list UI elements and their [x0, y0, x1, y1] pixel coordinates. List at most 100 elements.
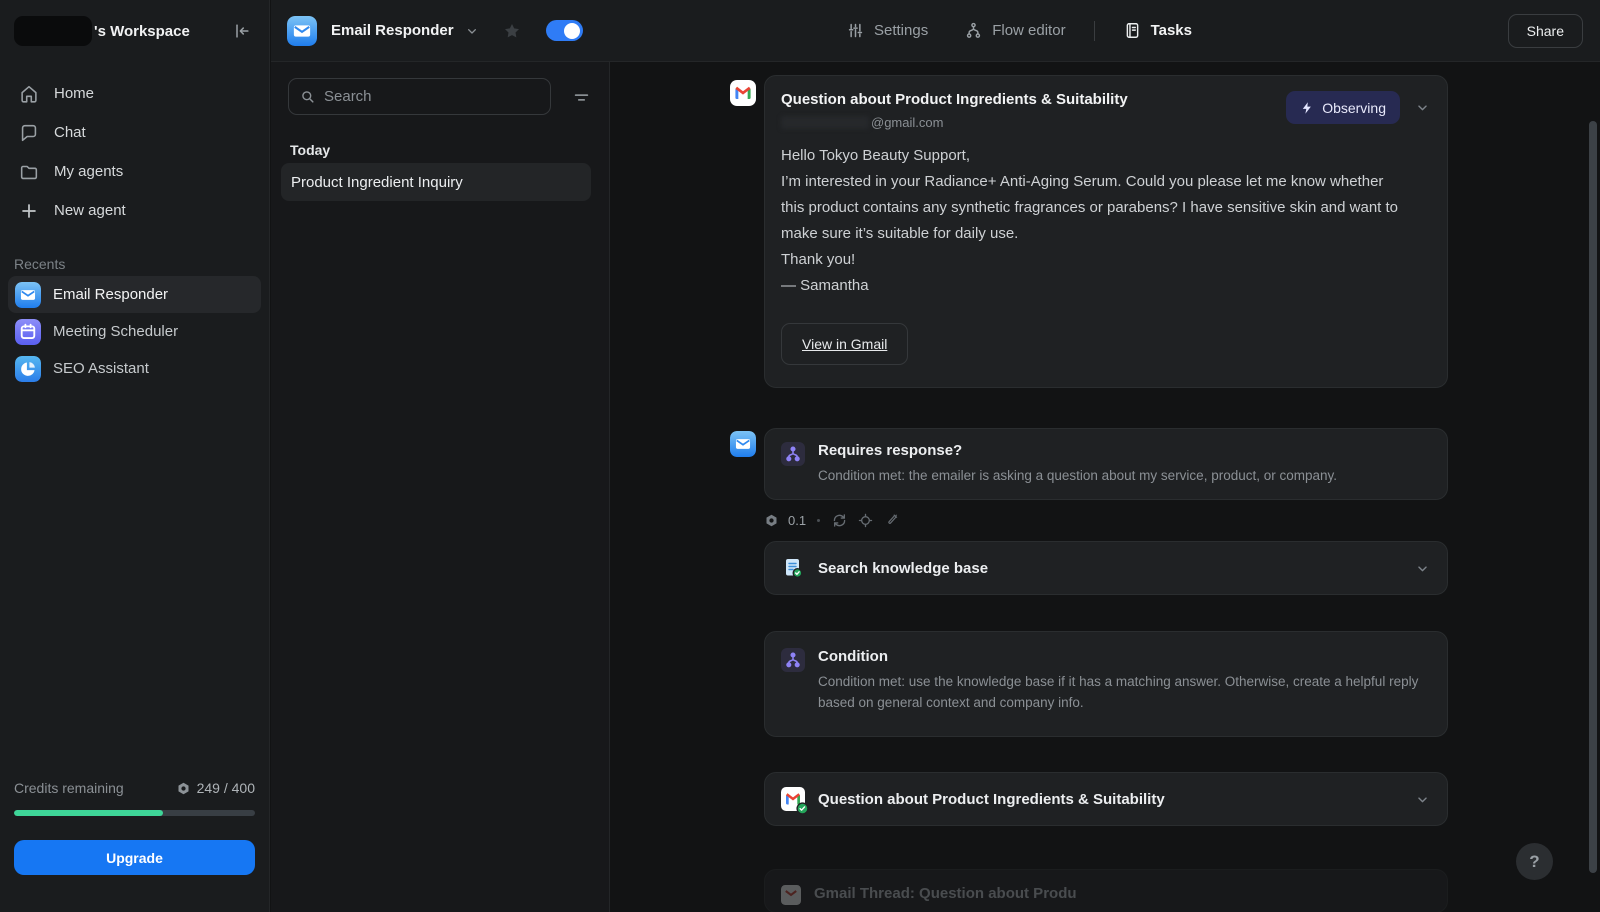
- condition-icon: [781, 442, 805, 466]
- agent-avatar-icon: [730, 431, 756, 457]
- recent-agent-label: SEO Assistant: [53, 360, 149, 377]
- step-meta-row: 0.1: [764, 508, 900, 532]
- favorite-star-icon[interactable]: [502, 21, 522, 41]
- email-card: Question about Product Ingredients & Sui…: [764, 75, 1448, 388]
- sidebar-item-label: My agents: [54, 163, 123, 180]
- step-title: Search knowledge base: [818, 560, 988, 577]
- step-subtitle: Condition met: use the knowledge base if…: [818, 671, 1431, 713]
- credits-progress-fill: [14, 810, 163, 816]
- tasks-book-icon: [1123, 21, 1142, 40]
- sidebar-item-label: Chat: [54, 124, 86, 141]
- recent-agent-label: Email Responder: [53, 286, 168, 303]
- workspace-name-suffix: 's Workspace: [94, 23, 229, 40]
- sidebar-item-label: Home: [54, 85, 94, 102]
- recent-agent-email-responder[interactable]: Email Responder: [8, 276, 261, 313]
- knowledge-base-doc-icon: [781, 556, 805, 580]
- search-box: [288, 78, 551, 115]
- home-icon: [18, 83, 40, 105]
- agent-title: Email Responder: [331, 22, 454, 39]
- credits-label: Credits remaining: [14, 780, 124, 796]
- search-input[interactable]: [324, 88, 540, 105]
- task-group-label: Today: [290, 142, 330, 158]
- tab-settings[interactable]: Settings: [836, 15, 938, 46]
- sidebar-item-chat[interactable]: Chat: [0, 113, 269, 152]
- help-button[interactable]: ?: [1516, 843, 1553, 880]
- email-reply-card[interactable]: Question about Product Ingredients & Sui…: [764, 772, 1448, 826]
- credits-value: 249 / 400: [197, 780, 255, 796]
- email-body-line: — Samantha: [781, 273, 1406, 299]
- target-icon[interactable]: [857, 512, 874, 529]
- recent-agent-label: Meeting Scheduler: [53, 323, 178, 340]
- workspace-header: 's Workspace: [0, 0, 269, 46]
- search-icon: [299, 88, 316, 105]
- flow-editor-icon: [964, 21, 983, 40]
- gmail-icon: [781, 885, 801, 905]
- app-window: 's Workspace Home Chat My agents New age…: [0, 0, 1600, 912]
- help-glyph: ?: [1529, 852, 1539, 872]
- tab-label: Tasks: [1151, 22, 1192, 39]
- requires-response-card[interactable]: Requires response? Condition met: the em…: [764, 428, 1448, 500]
- topbar-divider: [1094, 21, 1095, 41]
- recent-agent-seo-assistant[interactable]: SEO Assistant: [8, 350, 261, 387]
- credits-used: 0.1: [788, 513, 806, 528]
- recents-label: Recents: [14, 256, 251, 272]
- recent-agent-meeting-scheduler[interactable]: Meeting Scheduler: [8, 313, 261, 350]
- expand-chevron-icon[interactable]: [1414, 560, 1431, 577]
- email-body-line: Hello Tokyo Beauty Support,: [781, 143, 1406, 169]
- sidebar: 's Workspace Home Chat My agents New age…: [0, 0, 270, 912]
- sidebar-item-new-agent[interactable]: New agent: [0, 191, 269, 230]
- check-badge-icon: [796, 802, 809, 815]
- coin-icon: [176, 781, 191, 796]
- sender-name-redacted: [781, 116, 869, 129]
- email-card-chevron-icon[interactable]: [1414, 99, 1431, 116]
- vertical-scrollbar[interactable]: [1589, 121, 1597, 873]
- filter-icon[interactable]: [567, 84, 595, 110]
- gmail-check-icon: [781, 787, 805, 811]
- task-list-panel: Today Product Ingredient Inquiry: [271, 62, 610, 912]
- sidebar-item-home[interactable]: Home: [0, 74, 269, 113]
- sidebar-nav: Home Chat My agents New agent: [0, 74, 269, 230]
- share-button[interactable]: Share: [1508, 14, 1583, 48]
- condition-card[interactable]: Condition Condition met: use the knowled…: [764, 631, 1448, 737]
- task-list-item[interactable]: Product Ingredient Inquiry: [281, 163, 591, 201]
- view-in-gmail-button[interactable]: View in Gmail: [781, 323, 908, 365]
- meeting-scheduler-icon: [15, 319, 41, 345]
- upgrade-button[interactable]: Upgrade: [14, 840, 255, 875]
- plus-icon: [18, 200, 40, 222]
- credits-block: Credits remaining 249 / 400: [14, 780, 255, 816]
- seo-assistant-icon: [15, 356, 41, 382]
- sender-domain: @gmail.com: [871, 115, 943, 130]
- tab-label: Flow editor: [992, 22, 1065, 39]
- status-label: Observing: [1322, 100, 1386, 116]
- task-thread-panel: Question about Product Ingredients & Sui…: [611, 62, 1600, 912]
- coin-icon: [764, 513, 779, 528]
- toggle-knob: [564, 23, 580, 39]
- condition-icon: [781, 648, 805, 672]
- email-body-line: I’m interested in your Radiance+ Anti-Ag…: [781, 169, 1406, 247]
- collapse-sidebar-icon[interactable]: [229, 18, 255, 44]
- topbar: Email Responder Settings Flow editor Tas…: [271, 0, 1600, 62]
- email-responder-icon: [15, 282, 41, 308]
- credits-progress-track: [14, 810, 255, 816]
- meta-dot: [817, 519, 820, 522]
- step-title: Requires response?: [818, 442, 1337, 459]
- agent-enabled-toggle[interactable]: [546, 20, 583, 41]
- test-tube-icon[interactable]: [883, 512, 900, 529]
- expand-chevron-icon[interactable]: [1414, 791, 1431, 808]
- email-subject: Question about Product Ingredients & Sui…: [781, 91, 1286, 108]
- agent-avatar-icon: [287, 16, 317, 46]
- agent-menu-chevron-icon[interactable]: [464, 23, 480, 39]
- tab-tasks[interactable]: Tasks: [1113, 15, 1202, 46]
- gmail-thread-card[interactable]: Gmail Thread: Question about Produ: [764, 869, 1448, 912]
- rerun-icon[interactable]: [831, 512, 848, 529]
- email-body-line: Thank you!: [781, 247, 1406, 273]
- knowledge-base-card[interactable]: Search knowledge base: [764, 541, 1448, 595]
- status-badge[interactable]: Observing: [1286, 91, 1400, 124]
- folder-icon: [18, 161, 40, 183]
- tab-label: Settings: [874, 22, 928, 39]
- sidebar-item-label: New agent: [54, 202, 126, 219]
- sidebar-item-my-agents[interactable]: My agents: [0, 152, 269, 191]
- tab-flow-editor[interactable]: Flow editor: [954, 15, 1075, 46]
- step-title: Gmail Thread: Question about Produ: [814, 885, 1077, 902]
- step-subtitle: Condition met: the emailer is asking a q…: [818, 465, 1337, 486]
